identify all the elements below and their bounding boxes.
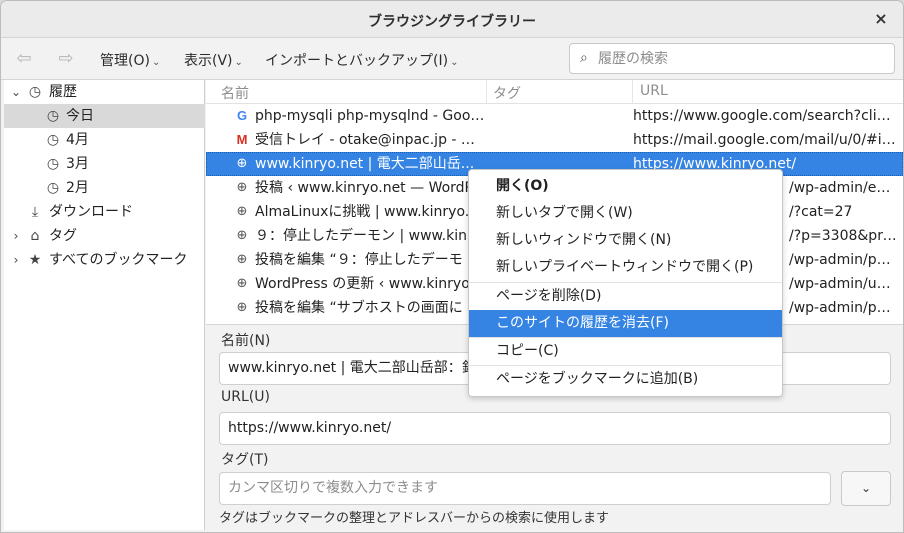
row-url: https://mail.google.com/mail/u/0/#inb...	[633, 132, 897, 148]
clock-icon: ◷	[28, 84, 42, 100]
menu-item-bookmark-page[interactable]: ページをブックマークに追加(B)	[469, 366, 782, 393]
chevron-down-icon: ⌄	[450, 57, 459, 68]
column-header-row: 名前 タグ URL	[206, 80, 903, 104]
globe-icon: ⊕	[236, 276, 248, 291]
chevron-down-icon: ⌄	[860, 481, 872, 495]
row-name: www.kinryo.net | 電大二部山岳...	[255, 156, 475, 172]
chevron-down-icon: ⌄	[151, 57, 161, 68]
sidebar-item-february[interactable]: ◷ 2月	[4, 176, 205, 200]
sidebar-tree: ⌄ ◷ 履歴 ◷ 今日 ◷ 4月 ◷ 3月 ◷ 2月 ⤓ ダウンロード › ⌂ …	[4, 80, 205, 530]
view-menu[interactable]: 表示(V) ⌄	[184, 50, 243, 70]
row-url: /wp-admin/pos...	[789, 252, 897, 268]
row-name: ９：停止したデーモン | www.kin	[255, 228, 468, 244]
tag-dropdown-button[interactable]: ⌄	[841, 471, 891, 506]
clock-icon: ◷	[46, 180, 60, 196]
column-divider[interactable]	[632, 80, 633, 104]
column-divider[interactable]	[486, 80, 487, 104]
globe-icon: ⊕	[236, 300, 248, 315]
clock-icon: ◷	[46, 156, 60, 172]
globe-icon: ⊕	[236, 180, 248, 195]
clock-icon: ◷	[46, 132, 60, 148]
toolbar: ⇦ ⇨ 管理(O) ⌄ 表示(V) ⌄ インポートとバックアップ(I) ⌄ ⌕	[1, 38, 903, 80]
manage-menu[interactable]: 管理(O) ⌄	[100, 50, 160, 70]
table-row[interactable]: G php-mysqli php-mysqlnd - Goog... https…	[206, 104, 903, 128]
sidebar-item-label: 履歴	[49, 84, 77, 100]
row-name: 投稿を編集 “サブホストの画面に	[255, 300, 463, 316]
menu-item-open[interactable]: 開く(O)	[469, 173, 782, 200]
sidebar-item-tags[interactable]: › ⌂ タグ	[4, 224, 205, 248]
row-name: AlmaLinuxに挑戦 | www.kinryo.n	[255, 204, 479, 220]
row-url: /?p=3308&prev...	[789, 228, 897, 244]
download-icon: ⤓	[31, 204, 39, 220]
tag-label: タグ(T)	[221, 452, 269, 468]
row-url: /?cat=27	[789, 204, 853, 220]
sidebar-item-label: 4月	[66, 132, 89, 148]
name-label: 名前(N)	[221, 333, 271, 349]
globe-icon: ⊕	[236, 252, 248, 267]
table-row[interactable]: M 受信トレイ - otake@inpac.jp - 株... https://…	[206, 128, 903, 152]
row-url: /wp-admin/edit...	[789, 180, 897, 196]
row-name: 投稿 ‹ www.kinryo.net — WordP...	[255, 180, 485, 196]
context-menu: 開く(O) 新しいタブで開く(W) 新しいウィンドウで開く(N) 新しいプライベ…	[468, 169, 783, 397]
row-name: 受信トレイ - otake@inpac.jp - 株...	[255, 132, 485, 148]
menu-item-delete-page[interactable]: ページを削除(D)	[469, 283, 782, 310]
menu-item-copy[interactable]: コピー(C)	[469, 338, 782, 365]
menu-item-open-new-window[interactable]: 新しいウィンドウで開く(N)	[469, 227, 782, 254]
clock-icon: ◷	[46, 108, 60, 124]
close-icon[interactable]: ×	[871, 9, 891, 29]
column-header-name[interactable]: 名前	[221, 83, 249, 103]
forward-arrow-icon[interactable]: ⇨	[53, 48, 79, 70]
tag-icon: ⌂	[30, 228, 40, 244]
sidebar-item-label: 今日	[66, 108, 94, 124]
import-backup-menu-label: インポートとバックアップ(I)	[265, 53, 449, 69]
sidebar-item-april[interactable]: ◷ 4月	[4, 128, 205, 152]
expander-open-icon[interactable]: ⌄	[10, 80, 22, 104]
column-header-tag[interactable]: タグ	[493, 83, 521, 103]
window-title: ブラウジングライブラリー	[368, 14, 536, 30]
view-menu-label: 表示(V)	[184, 53, 233, 69]
row-url: https://www.google.com/search?client...	[633, 108, 897, 124]
url-field[interactable]: https://www.kinryo.net/	[219, 412, 891, 445]
import-backup-menu[interactable]: インポートとバックアップ(I) ⌄	[265, 50, 458, 70]
row-name: WordPress の更新 ‹ www.kinryo.	[255, 276, 474, 292]
gmail-icon: M	[236, 132, 248, 147]
chevron-down-icon: ⌄	[234, 57, 243, 68]
sidebar-item-all-bookmarks[interactable]: › ★ すべてのブックマーク	[4, 248, 205, 272]
sidebar-item-history[interactable]: ⌄ ◷ 履歴	[4, 80, 205, 104]
row-url: /wp-admin/pos...	[789, 300, 897, 316]
globe-icon: ⊕	[236, 156, 248, 171]
back-arrow-icon[interactable]: ⇦	[11, 48, 37, 70]
sidebar-item-label: ダウンロード	[49, 204, 133, 220]
expander-closed-icon[interactable]: ›	[10, 248, 22, 272]
sidebar-item-today[interactable]: ◷ 今日	[4, 104, 205, 128]
search-input[interactable]	[598, 49, 888, 69]
title-bar: ブラウジングライブラリー ×	[1, 1, 903, 38]
sidebar-item-march[interactable]: ◷ 3月	[4, 152, 205, 176]
menu-item-open-private-window[interactable]: 新しいプライベートウィンドウで開く(P)	[469, 254, 782, 281]
search-icon: ⌕	[580, 50, 588, 66]
library-window: ブラウジングライブラリー × ⇦ ⇨ 管理(O) ⌄ 表示(V) ⌄ インポートとバ…	[0, 0, 904, 533]
row-name: 投稿を編集 “９：停止したデーモ	[255, 252, 463, 268]
globe-icon: ⊕	[236, 204, 248, 219]
row-name: php-mysqli php-mysqlnd - Goog...	[255, 108, 485, 124]
sidebar-item-label: 2月	[66, 180, 89, 196]
sidebar-item-downloads[interactable]: ⤓ ダウンロード	[4, 200, 205, 224]
menu-item-forget-site[interactable]: このサイトの履歴を消去(F)	[469, 310, 782, 337]
url-label: URL(U)	[221, 389, 270, 405]
tag-field[interactable]: カンマ区切りで複数入力できます	[219, 472, 831, 505]
google-icon: G	[236, 108, 248, 123]
sidebar-item-label: タグ	[49, 228, 77, 244]
sidebar-item-label: すべてのブックマーク	[49, 252, 188, 268]
menu-item-open-new-tab[interactable]: 新しいタブで開く(W)	[469, 200, 782, 227]
expander-closed-icon[interactable]: ›	[10, 224, 22, 248]
star-icon: ★	[28, 252, 42, 268]
globe-icon: ⊕	[236, 228, 248, 243]
search-box[interactable]: ⌕	[569, 43, 895, 74]
row-url: /wp-admin/upd...	[789, 276, 897, 292]
manage-menu-label: 管理(O)	[100, 53, 150, 69]
sidebar-item-label: 3月	[66, 156, 89, 172]
column-header-url[interactable]: URL	[640, 83, 668, 99]
tag-hint: タグはブックマークの整理とアドレスバーからの検索に使用します	[219, 511, 610, 526]
